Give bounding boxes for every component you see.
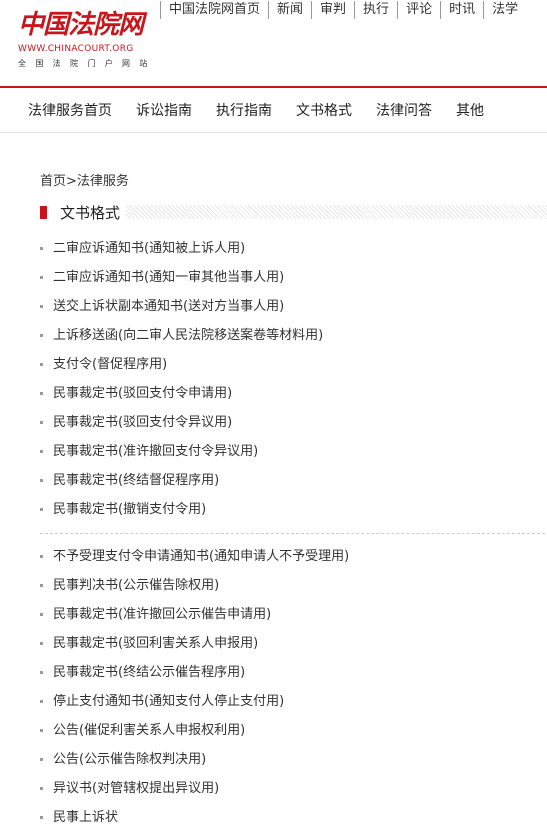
document-link[interactable]: 公告(催促利害关系人申报权利用) [53,716,245,745]
list-item: 民事裁定书(驳回支付令异议用) [40,408,540,437]
section-title: 文书格式 [60,203,121,222]
bullet-icon [40,584,43,587]
list-item: 不予受理支付令申请通知书(通知申请人不予受理用) [40,542,540,571]
document-link[interactable]: 二审应诉通知书(通知被上诉人用) [53,234,245,263]
document-link[interactable]: 民事裁定书(准许撤回支付令异议用) [53,437,258,466]
list-item: 民事裁定书(终结公示催告程序用) [40,658,540,687]
bullet-icon [40,392,43,395]
list-item: 民事上诉状 [40,803,540,832]
document-list-group-1: 二审应诉通知书(通知被上诉人用) 二审应诉通知书(通知一审其他当事人用) 送交上… [40,234,540,524]
list-item: 公告(催促利害关系人申报权利用) [40,716,540,745]
section-marker [40,205,47,219]
topnav-item-law-studies[interactable]: 法学 [483,1,526,19]
bullet-icon [40,758,43,761]
list-item: 民事裁定书(终结督促程序用) [40,466,540,495]
document-link[interactable]: 停止支付通知书(通知支付人停止支付用) [53,687,284,716]
section-header-stripes [126,205,547,219]
document-list-group-2: 不予受理支付令申请通知书(通知申请人不予受理用) 民事判决书(公示催告除权用) … [40,542,540,832]
document-link[interactable]: 公告(公示催告除权判决用) [53,745,206,774]
bullet-icon [40,787,43,790]
bullet-icon [40,479,43,482]
list-item: 二审应诉通知书(通知被上诉人用) [40,234,540,263]
list-item: 公告(公示催告除权判决用) [40,745,540,774]
logo-url: WWW.CHINACOURT.ORG [18,44,134,54]
bullet-icon [40,363,43,366]
topnav-item-home[interactable]: 中国法院网首页 [160,1,268,19]
topnav-item-commentary[interactable]: 评论 [397,1,440,19]
list-item: 民事裁定书(准许撤回支付令异议用) [40,437,540,466]
list-item: 停止支付通知书(通知支付人停止支付用) [40,687,540,716]
document-link[interactable]: 民事裁定书(准许撤回公示催告申请用) [53,600,271,629]
document-link[interactable]: 民事裁定书(终结公示催告程序用) [53,658,245,687]
breadcrumb-current[interactable]: 法律服务 [77,174,129,189]
bullet-icon [40,555,43,558]
topnav-item-trial[interactable]: 审判 [311,1,354,19]
bullet-icon [40,247,43,250]
list-item: 民事裁定书(驳回支付令申请用) [40,379,540,408]
secnav-item-litigation-guide[interactable]: 诉讼指南 [136,100,192,120]
list-item: 支付令(督促程序用) [40,350,540,379]
document-link[interactable]: 民事裁定书(驳回利害关系人申报用) [53,629,258,658]
document-link[interactable]: 二审应诉通知书(通知一审其他当事人用) [53,263,284,292]
logo-subtitle: 全 国 法 院 门 户 网 站 [18,59,151,68]
document-link[interactable]: 民事裁定书(驳回支付令异议用) [53,408,232,437]
list-item: 民事裁定书(准许撤回公示催告申请用) [40,600,540,629]
document-link[interactable]: 民事裁定书(撤销支付令用) [53,495,206,524]
list-divider [40,533,545,534]
topnav-item-updates[interactable]: 时讯 [440,1,483,19]
document-link[interactable]: 上诉移送函(向二审人民法院移送案卷等材料用) [53,321,323,350]
list-item: 上诉移送函(向二审人民法院移送案卷等材料用) [40,321,540,350]
bullet-icon [40,450,43,453]
site-logo[interactable]: 中国法院网 WWW.CHINACOURT.ORG 全 国 法 院 门 户 网 站 [18,8,147,68]
document-link[interactable]: 民事裁定书(终结督促程序用) [53,466,219,495]
bullet-icon [40,334,43,337]
logo-title: 中国法院网 [18,10,144,40]
secnav-item-legal-qa[interactable]: 法律问答 [376,100,432,120]
section-header: 文书格式 [40,200,547,224]
bullet-icon [40,276,43,279]
secnav-item-document-formats[interactable]: 文书格式 [296,100,352,120]
topnav-item-execution[interactable]: 执行 [354,1,397,19]
bullet-icon [40,671,43,674]
document-link[interactable]: 民事上诉状 [53,803,118,832]
list-item: 民事判决书(公示催告除权用) [40,571,540,600]
list-item: 民事裁定书(撤销支付令用) [40,495,540,524]
section-nav-divider [0,132,547,133]
bullet-icon [40,613,43,616]
document-link[interactable]: 支付令(督促程序用) [53,350,167,379]
topnav-item-news[interactable]: 新闻 [268,1,311,19]
document-link[interactable]: 异议书(对管辖权提出异议用) [53,774,219,803]
secnav-item-legal-service-home[interactable]: 法律服务首页 [28,100,112,120]
section-navigation: 法律服务首页 诉讼指南 执行指南 文书格式 法律问答 其他 [0,88,547,132]
list-item: 异议书(对管辖权提出异议用) [40,774,540,803]
document-link[interactable]: 民事裁定书(驳回支付令申请用) [53,379,232,408]
secnav-item-execution-guide[interactable]: 执行指南 [216,100,272,120]
breadcrumb-separator: > [66,174,77,189]
top-navigation: 中国法院网首页 新闻 审判 执行 评论 时讯 法学 [160,0,526,20]
list-item: 民事裁定书(驳回利害关系人申报用) [40,629,540,658]
bullet-icon [40,642,43,645]
bullet-icon [40,508,43,511]
list-item: 二审应诉通知书(通知一审其他当事人用) [40,263,540,292]
list-item: 送交上诉状副本通知书(送对方当事人用) [40,292,540,321]
document-link[interactable]: 送交上诉状副本通知书(送对方当事人用) [53,292,284,321]
bullet-icon [40,421,43,424]
bullet-icon [40,305,43,308]
breadcrumb-home[interactable]: 首页 [40,174,66,189]
document-link[interactable]: 不予受理支付令申请通知书(通知申请人不予受理用) [53,542,349,571]
secnav-item-other[interactable]: 其他 [456,100,484,120]
document-link[interactable]: 民事判决书(公示催告除权用) [53,571,219,600]
bullet-icon [40,816,43,819]
bullet-icon [40,729,43,732]
bullet-icon [40,700,43,703]
breadcrumb: 首页>法律服务 [40,170,129,189]
